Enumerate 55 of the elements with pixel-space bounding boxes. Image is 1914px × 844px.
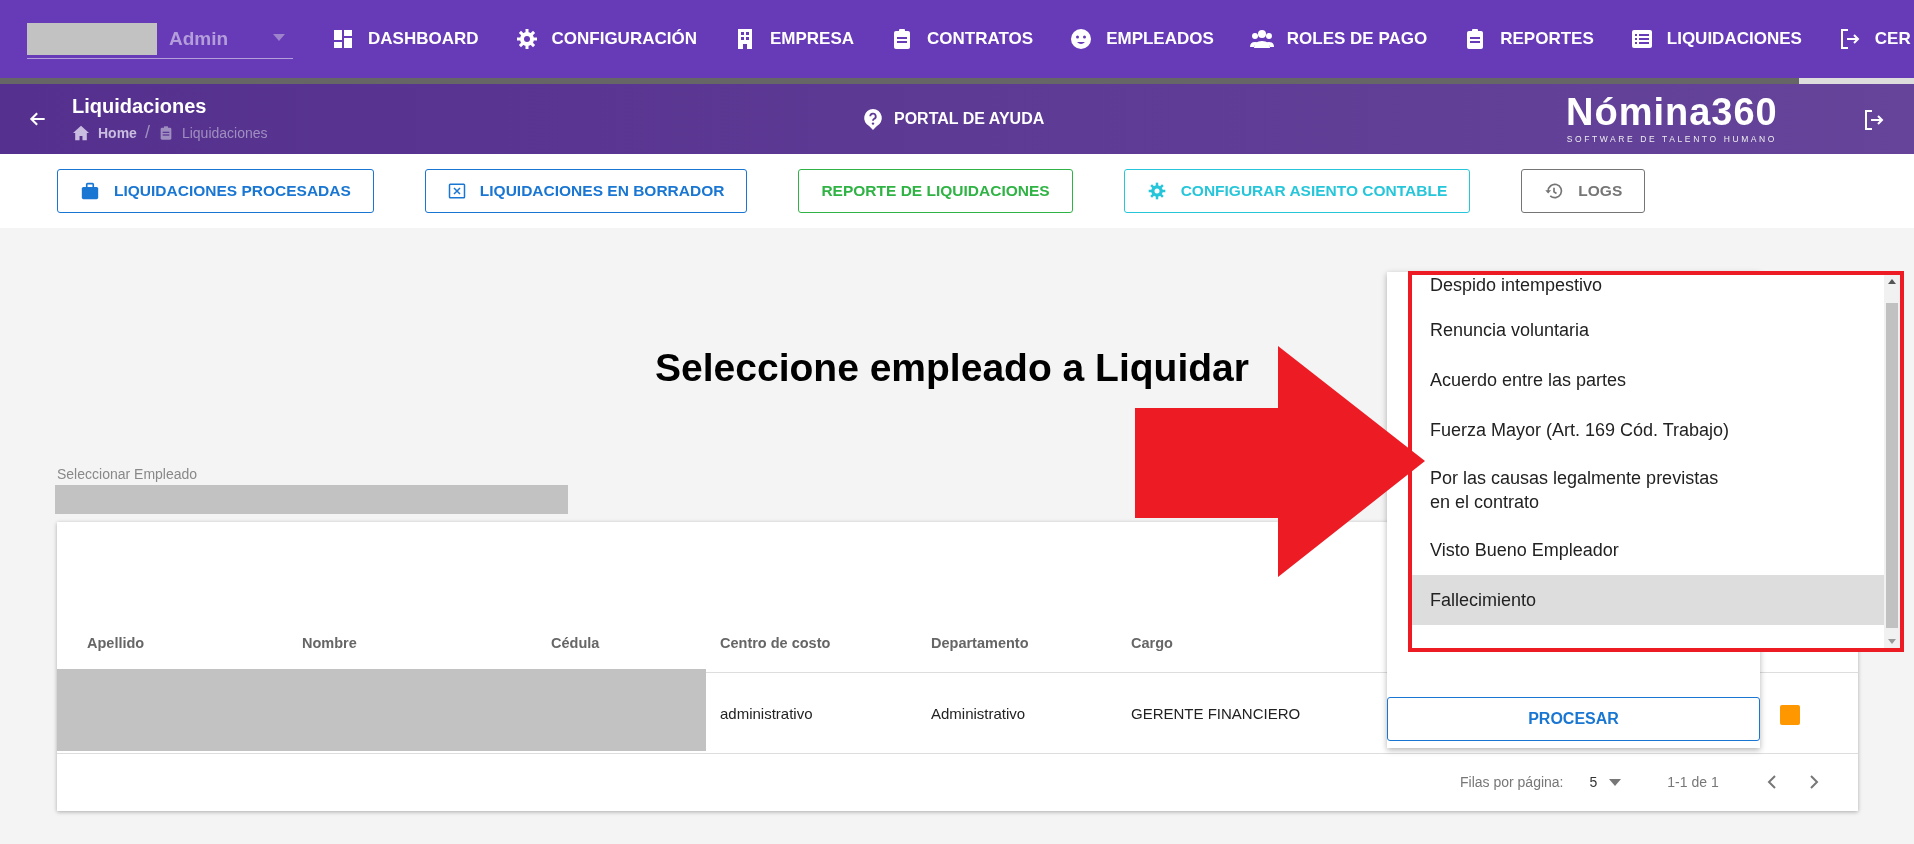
history-icon	[1544, 181, 1565, 201]
face-icon	[1069, 27, 1094, 51]
caret-icon	[1609, 778, 1622, 786]
help-link[interactable]: PORTAL DE AYUDA	[862, 108, 1045, 130]
list-icon	[1629, 27, 1654, 51]
employee-field[interactable]	[55, 485, 568, 514]
chevron-left-icon[interactable]	[1766, 775, 1777, 789]
nav-item[interactable]: DASHBOARD	[331, 27, 479, 51]
column-header: Centro de costo	[720, 635, 832, 651]
breadcrumb-current: Liquidaciones	[181, 124, 268, 141]
nav-item[interactable]: CER	[1837, 27, 1911, 51]
people-icon	[1249, 27, 1274, 51]
rows-per-page-select[interactable]: 5	[1589, 774, 1598, 790]
column-header: Nombre	[302, 635, 358, 651]
nav-item[interactable]: CONTRATOS	[890, 27, 1034, 51]
nav-item[interactable]: REPORTES	[1463, 27, 1594, 51]
table-cell: GERENTE FINANCIERO	[1131, 704, 1301, 722]
page-range: 1-1 de 1	[1667, 774, 1719, 790]
logo-tagline: SOFTWARE DE TALENTO HUMANO	[1566, 134, 1778, 144]
rows-per-page-label: Filas por página:	[1460, 774, 1564, 790]
nav-item[interactable]: CONFIGURACIÓN	[514, 27, 697, 51]
home-icon	[72, 124, 90, 141]
nav-item[interactable]: EMPLEADOS	[1069, 27, 1214, 51]
menu-item[interactable]: Fallecimiento	[1412, 575, 1884, 625]
page-heading: Seleccione empleado a Liquidar	[655, 346, 1249, 390]
nav-item[interactable]: LIQUIDACIONES	[1629, 27, 1802, 51]
column-header: Cédula	[551, 635, 601, 651]
process-button[interactable]: PROCESAR	[1387, 697, 1760, 741]
close-box-icon	[447, 182, 466, 200]
help-icon	[862, 108, 884, 130]
scroll-down-icon[interactable]	[1888, 639, 1896, 644]
nav-item[interactable]: ROLES DE PAGO	[1249, 27, 1428, 51]
action-button[interactable]: LOGS	[1521, 169, 1646, 213]
breadcrumb-link[interactable]: Home	[98, 124, 137, 141]
table-cell: Administrativo	[931, 704, 1026, 722]
column-header: Cargo	[1131, 635, 1174, 651]
scrollbar[interactable]	[1884, 275, 1900, 648]
column-header: Apellido	[87, 635, 146, 651]
column-header: Departamento	[931, 635, 1030, 651]
action-button[interactable]: LIQUIDACIONES PROCESADAS	[57, 169, 374, 213]
dashboard-icon	[331, 27, 355, 51]
scroll-up-icon[interactable]	[1888, 279, 1896, 284]
page-title: Liquidaciones	[72, 95, 208, 118]
gear-icon	[514, 27, 539, 51]
chevron-right-icon[interactable]	[1808, 775, 1819, 789]
briefcase-icon	[80, 182, 100, 200]
field-label: Seleccionar Empleado	[57, 466, 198, 482]
logo-name: Nómina360	[1566, 90, 1778, 134]
gear-icon	[1146, 181, 1167, 201]
caret-icon	[273, 33, 285, 41]
action-button[interactable]: LIQUIDACIONES EN BORRADOR	[424, 169, 748, 213]
logout-icon[interactable]	[1862, 108, 1886, 132]
breadcrumb-separator: /	[144, 122, 150, 143]
table-cell: administrativo	[720, 704, 813, 722]
nav-item[interactable]: EMPRESA	[732, 27, 855, 51]
